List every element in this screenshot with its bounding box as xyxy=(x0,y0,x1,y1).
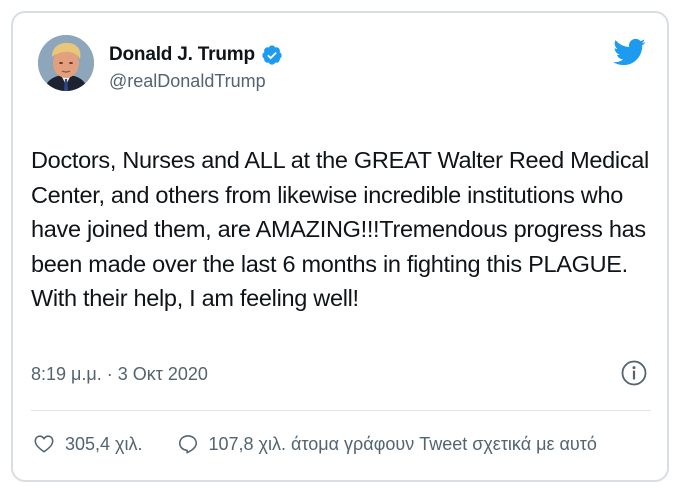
like-count: 305,4 χιλ. xyxy=(65,433,143,454)
heart-icon xyxy=(34,435,54,453)
tweet-actions: 305,4 χιλ. 107,8 χιλ. άτομα γράφουν Twee… xyxy=(33,433,597,455)
tweet-card: Donald J. Trump @realDonaldTrump Doctors… xyxy=(11,11,669,482)
like-button[interactable]: 305,4 χιλ. xyxy=(33,433,143,455)
conversation-text: 107,8 χιλ. άτομα γράφουν Tweet σχετικά μ… xyxy=(208,433,597,454)
info-icon[interactable] xyxy=(620,359,648,387)
author-handle[interactable]: @realDonaldTrump xyxy=(109,71,283,92)
tweet-timestamp[interactable]: 8:19 μ.μ. · 3 Οκτ 2020 xyxy=(31,364,208,385)
avatar-portrait xyxy=(38,35,94,91)
conversation-link[interactable]: 107,8 χιλ. άτομα γράφουν Tweet σχετικά μ… xyxy=(177,433,597,455)
author-name[interactable]: Donald J. Trump xyxy=(109,44,255,66)
name-row: Donald J. Trump xyxy=(109,43,283,67)
divider xyxy=(31,410,651,411)
author-block: Donald J. Trump @realDonaldTrump xyxy=(109,43,283,92)
tweet-text: Doctors, Nurses and ALL at the GREAT Wal… xyxy=(31,147,649,311)
avatar[interactable] xyxy=(38,35,94,91)
twitter-bird-icon[interactable] xyxy=(612,35,646,69)
verified-badge-icon xyxy=(262,45,282,65)
reply-icon xyxy=(178,435,197,454)
